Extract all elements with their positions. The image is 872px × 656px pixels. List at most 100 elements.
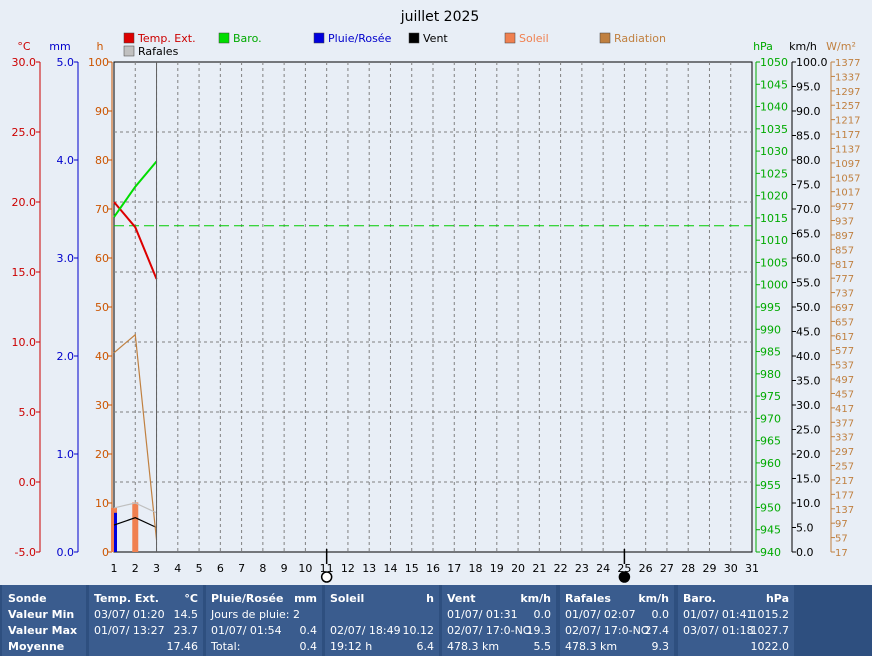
baro-tick-label: 975 — [760, 390, 781, 403]
sun-tick-label: 100 — [88, 56, 109, 69]
wind-tick-label: 70.0 — [796, 203, 821, 216]
legend-label: Soleil — [519, 32, 549, 45]
x-tick-label: 5 — [196, 562, 203, 575]
rad-tick-label: 377 — [835, 418, 854, 429]
rad-tick-label: 1377 — [835, 58, 860, 69]
sun-max-time: 02/07/ 18:49 — [330, 624, 401, 637]
row-labels-column: Sonde Valeur Min Valeur Max Moyenne — [2, 585, 86, 656]
statistics-table: Sonde Valeur Min Valeur Max Moyenne Temp… — [0, 585, 872, 656]
rain-tick-label: 2.0 — [57, 350, 75, 363]
sun-tick-label: 90 — [95, 105, 109, 118]
x-tick-label: 29 — [702, 562, 716, 575]
rain-title: Pluie/Rosée — [211, 592, 284, 605]
row-label-min: Valeur Min — [8, 608, 75, 621]
chart-title: juillet 2025 — [400, 9, 480, 25]
x-tick-label: 19 — [490, 562, 504, 575]
legend-label: Vent — [423, 32, 448, 45]
baro-tick-label: 970 — [760, 412, 781, 425]
wind-tick-label: 65.0 — [796, 228, 821, 241]
sun-max: 10.12 — [402, 624, 435, 637]
temp-unit: °C — [184, 592, 198, 605]
temp-tick-label: 25.0 — [12, 126, 37, 139]
rad-tick-label: 57 — [835, 534, 848, 545]
wind-avg: 5.5 — [533, 640, 552, 653]
x-tick-label: 28 — [681, 562, 695, 575]
rad-tick-label: 577 — [835, 346, 854, 357]
baro-tick-label: 1000 — [760, 279, 788, 292]
sun-unit: h — [426, 592, 434, 605]
wind-tick-label: 15.0 — [796, 473, 821, 486]
chart-legend: Temp. Ext. Baro. Pluie/Rosée Vent Soleil Radi… — [123, 32, 666, 58]
baro-tick-label: 1025 — [760, 167, 788, 180]
temp-tick-label: 30.0 — [12, 56, 37, 69]
rad-tick-label: 1057 — [835, 173, 860, 184]
rad-tick-label: 1337 — [835, 72, 860, 83]
legend-swatch — [123, 45, 135, 57]
rad-tick-label: 697 — [835, 303, 854, 314]
temp-tick-label: 0.0 — [19, 476, 37, 489]
baro-tick-label: 1040 — [760, 101, 788, 114]
baro-tick-label: 1010 — [760, 234, 788, 247]
rad-tick-label: 97 — [835, 519, 848, 530]
x-tick-label: 31 — [745, 562, 759, 575]
x-tick-label: 8 — [259, 562, 266, 575]
sun-tick-label: 20 — [95, 448, 109, 461]
temp-tick-label: 10.0 — [12, 336, 37, 349]
legend-label: Radiation — [614, 32, 666, 45]
sun-tick-label: 70 — [95, 203, 109, 216]
rad-tick-label: 977 — [835, 202, 854, 213]
baro-min: 1015.2 — [750, 608, 790, 621]
x-tick-label: 12 — [341, 562, 355, 575]
x-tick-label: 7 — [238, 562, 245, 575]
temp-avg: 17.46 — [166, 640, 199, 653]
gust-column: Rafales km/h 01/07/ 02:07 0.0 02/07/ 17:… — [560, 585, 674, 656]
temp-min: 14.5 — [173, 608, 199, 621]
baro-tick-label: 1005 — [760, 256, 788, 269]
rad-tick-label: 817 — [835, 260, 854, 271]
x-tick-label: 14 — [383, 562, 397, 575]
sun-tick-label: 30 — [95, 399, 109, 412]
gust-avg: 9.3 — [651, 640, 670, 653]
baro-tick-label: 965 — [760, 435, 781, 448]
wind-tick-label: 5.0 — [796, 522, 814, 535]
sun-unit-label: h — [97, 40, 104, 53]
rad-tick-label: 1097 — [835, 159, 860, 170]
baro-tick-label: 1035 — [760, 123, 788, 136]
gust-min: 0.0 — [651, 608, 670, 621]
rad-tick-label: 297 — [835, 447, 854, 458]
baro-tick-label: 1045 — [760, 78, 788, 91]
rad-tick-label: 1137 — [835, 144, 860, 155]
baro-unit-label: hPa — [753, 40, 773, 53]
x-tick-label: 30 — [724, 562, 738, 575]
x-tick-label: 3 — [153, 562, 160, 575]
wind-tick-label: 45.0 — [796, 326, 821, 339]
legend-swatch — [408, 32, 420, 44]
rain-max: 0.4 — [299, 624, 318, 637]
sun-tick-label: 50 — [95, 301, 109, 314]
x-tick-label: 23 — [575, 562, 589, 575]
rad-tick-label: 177 — [835, 490, 854, 501]
temp-tick-label: 20.0 — [12, 196, 37, 209]
wind-column: Vent km/h 01/07/ 01:31 0.0 02/07/ 17:0-N… — [442, 585, 556, 656]
wind-tick-label: 90.0 — [796, 105, 821, 118]
baro-tick-label: 960 — [760, 457, 781, 470]
rad-tick-label: 257 — [835, 462, 854, 473]
rad-tick-label: 657 — [835, 317, 854, 328]
sun-tick-label: 80 — [95, 154, 109, 167]
legend-swatch — [504, 32, 516, 44]
baro-tick-label: 1015 — [760, 212, 788, 225]
x-tick-label: 13 — [362, 562, 376, 575]
wind-min-time: 01/07/ 01:31 — [447, 608, 518, 621]
rad-tick-label: 1177 — [835, 130, 860, 141]
x-tick-label: 2 — [132, 562, 139, 575]
x-tick-label: 26 — [639, 562, 653, 575]
row-label-sonde: Sonde — [8, 592, 47, 605]
gust-unit: km/h — [638, 592, 669, 605]
sun-tick-label: 10 — [95, 497, 109, 510]
legend-swatch — [218, 32, 230, 44]
monthly-weather-chart: juillet 2025 Temp. Ext. Baro. Pluie/Rosée V… — [12, 9, 860, 583]
wind-tick-label: 60.0 — [796, 252, 821, 265]
sun-total-time: 19:12 h — [330, 640, 373, 653]
wind-tick-label: 100.0 — [796, 56, 828, 69]
x-tick-label: 4 — [174, 562, 181, 575]
